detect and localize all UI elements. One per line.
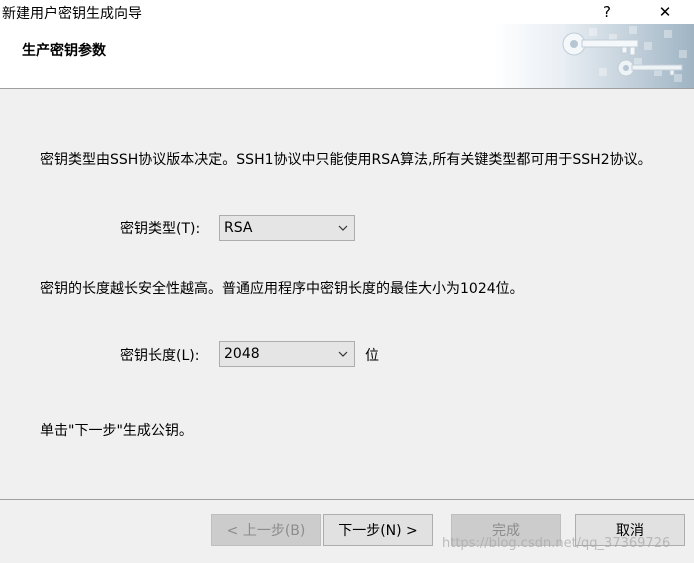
wizard-content: 密钥类型由SSH协议版本决定。SSH1协议中只能使用RSA算法,所有关键类型都可…	[0, 89, 694, 499]
help-button[interactable]: ?	[584, 0, 630, 24]
key-length-value: 2048	[224, 346, 260, 362]
key-type-select[interactable]: RSA	[219, 215, 355, 241]
key-length-description: 密钥的长度越长安全性越高。普通应用程序中密钥长度的最佳大小为1024位。	[40, 281, 524, 297]
key-length-label: 密钥长度(L):	[120, 348, 200, 364]
key-type-label: 密钥类型(T):	[120, 221, 201, 237]
chevron-down-icon	[338, 351, 348, 357]
chevron-down-icon	[338, 225, 348, 231]
keys-banner-icon	[494, 24, 694, 88]
watermark: https://blog.csdn.net/qq_37369726	[442, 536, 671, 551]
close-button[interactable]: ✕	[642, 0, 688, 24]
wizard-window: 新建用户密钥生成向导 ? ✕ 生产密钥参数 密钥类型由SSH协议版本决定。SSH…	[0, 0, 694, 563]
wizard-footer: < 上一步(B) 下一步(N) > 完成 取消	[0, 499, 694, 563]
back-button[interactable]: < 上一步(B)	[211, 514, 321, 546]
key-type-description: 密钥类型由SSH协议版本决定。SSH1协议中只能使用RSA算法,所有关键类型都可…	[40, 152, 652, 168]
wizard-header: 生产密钥参数	[0, 24, 694, 89]
title-bar: 新建用户密钥生成向导 ? ✕	[0, 0, 694, 24]
window-title: 新建用户密钥生成向导	[2, 6, 142, 22]
key-type-value: RSA	[224, 220, 253, 236]
next-button[interactable]: 下一步(N) >	[323, 514, 433, 546]
key-length-unit: 位	[365, 348, 379, 364]
page-title: 生产密钥参数	[22, 43, 106, 59]
next-step-hint: 单击"下一步"生成公钥。	[40, 423, 193, 439]
key-length-select[interactable]: 2048	[219, 341, 355, 367]
